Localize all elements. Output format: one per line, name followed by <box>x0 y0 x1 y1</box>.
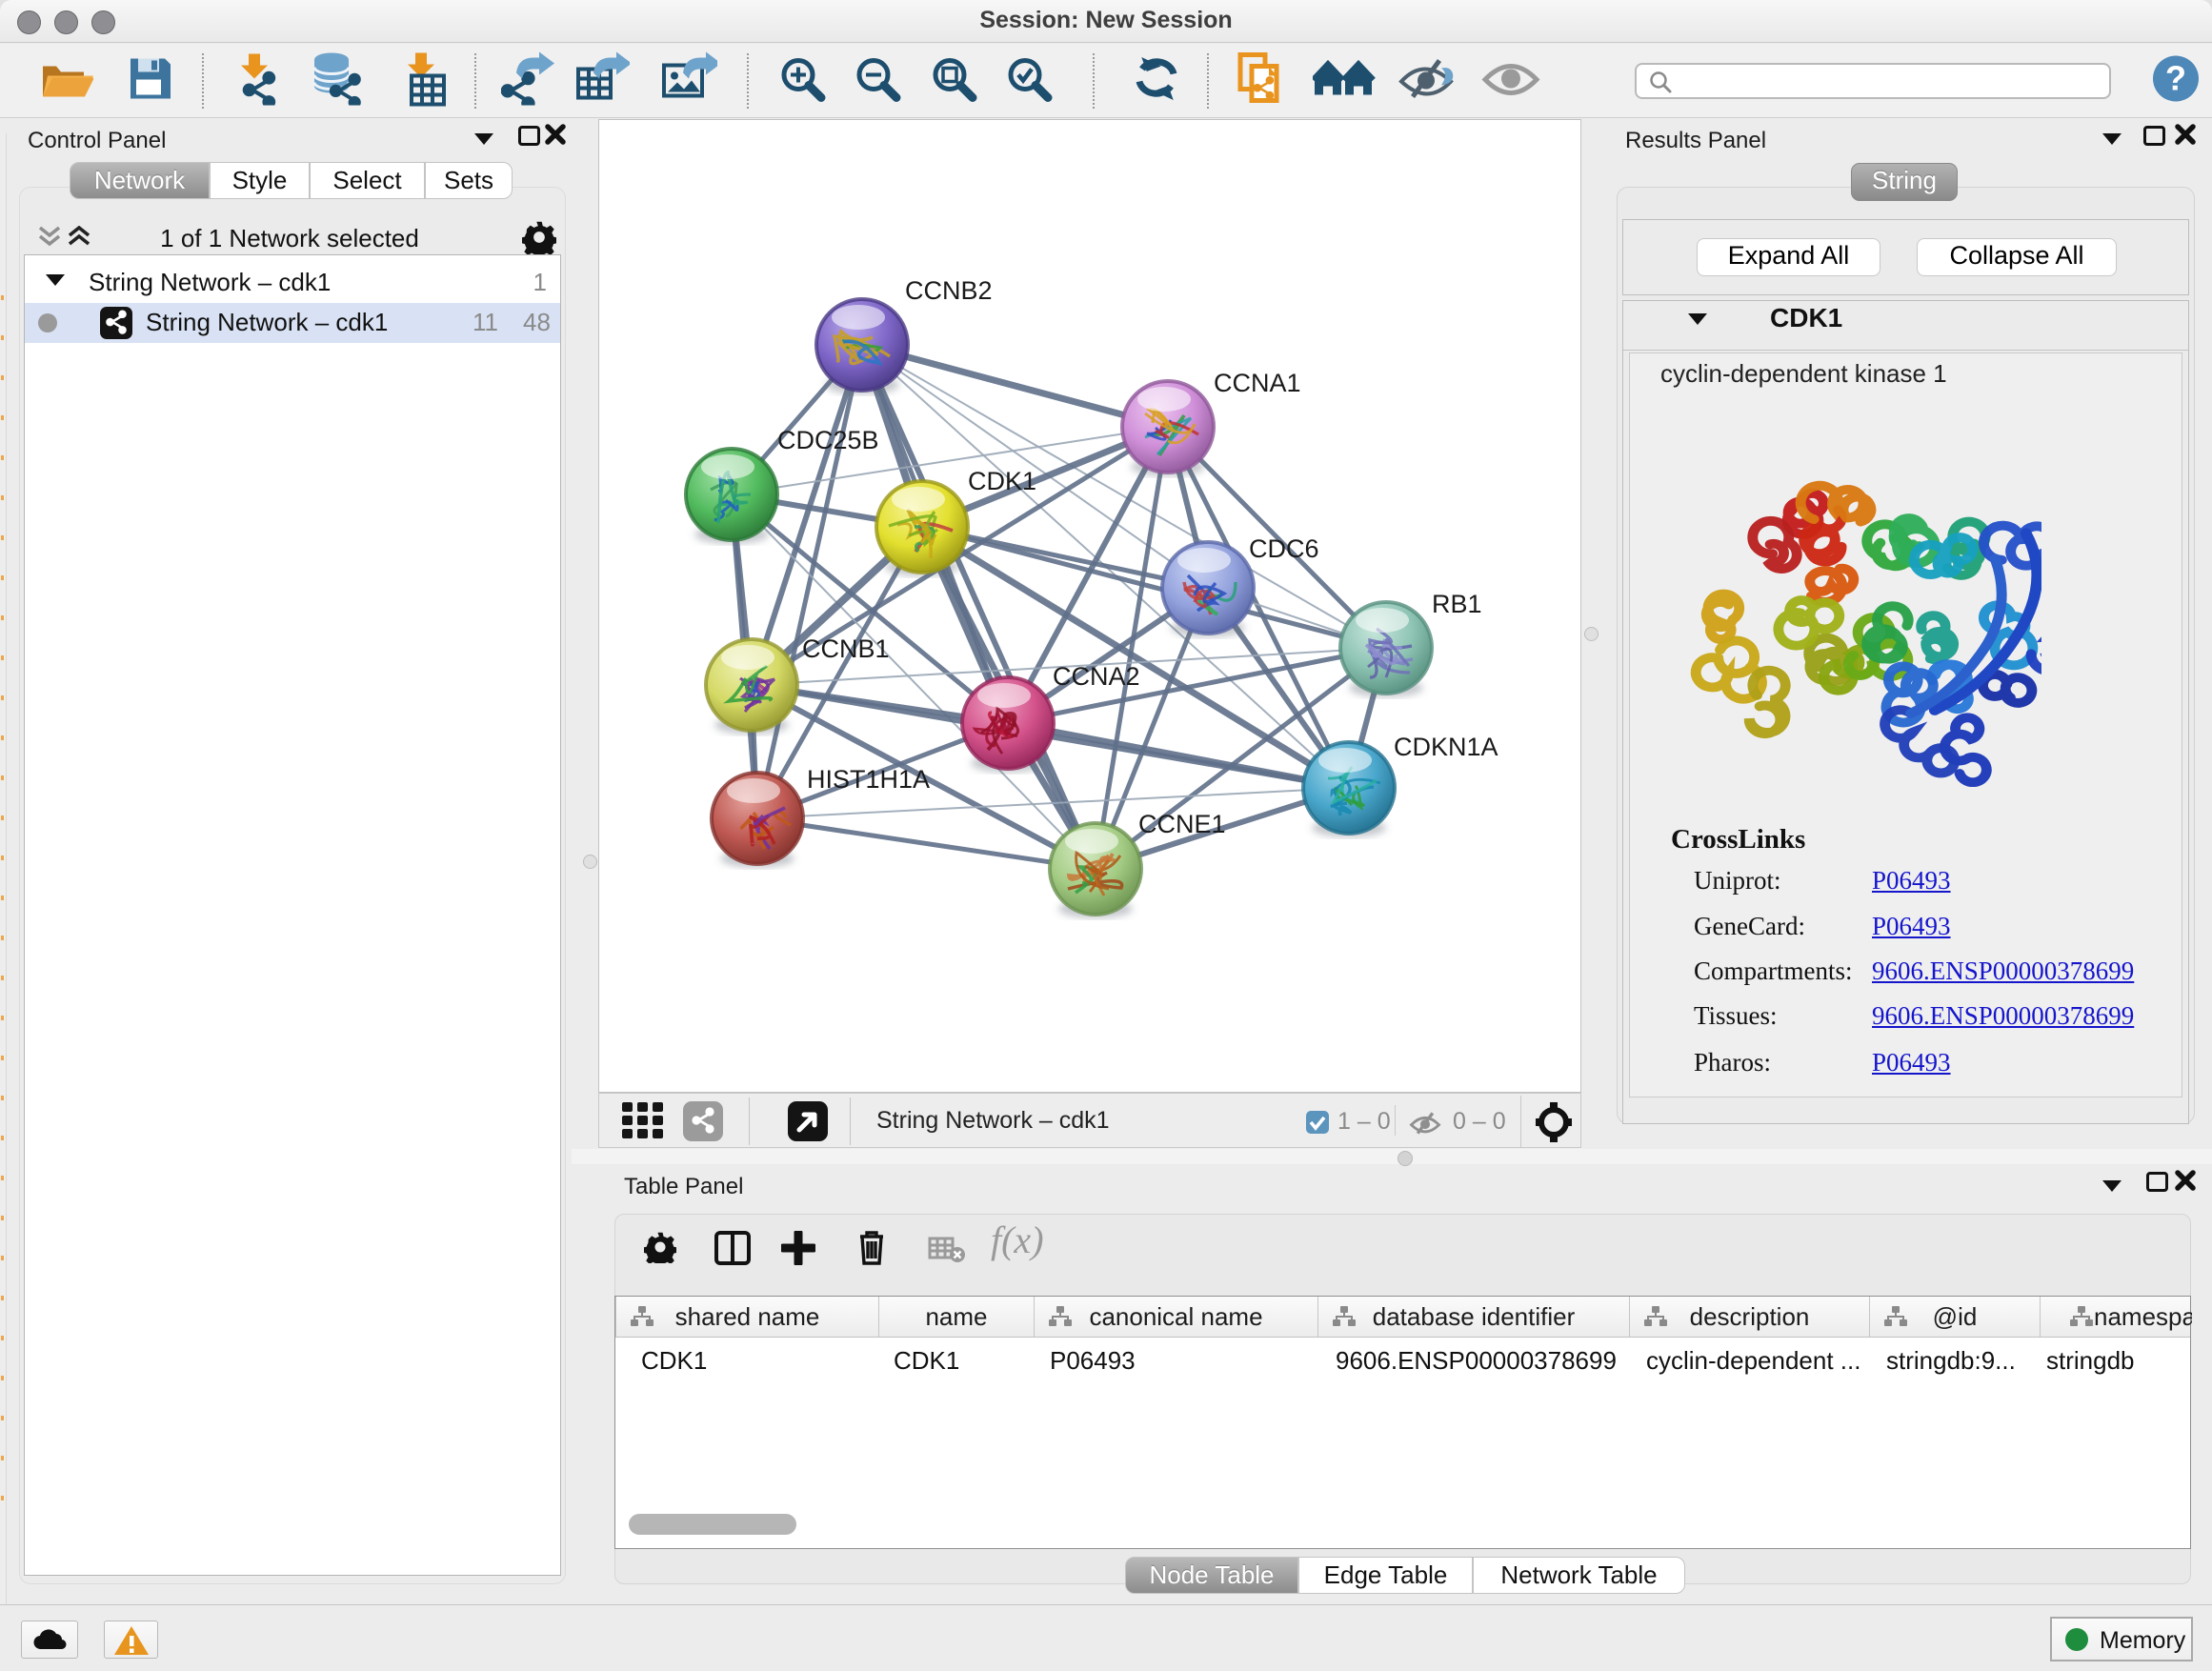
svg-text:CCNB2: CCNB2 <box>905 276 993 305</box>
svg-text:?: ? <box>2165 58 2186 97</box>
svg-text:CDK1: CDK1 <box>968 467 1036 495</box>
svg-text:RB1: RB1 <box>1432 590 1482 618</box>
svg-text:HIST1H1A: HIST1H1A <box>807 765 930 794</box>
svg-text:CCNE1: CCNE1 <box>1138 810 1226 838</box>
svg-text:CCNB1: CCNB1 <box>802 634 890 663</box>
svg-text:CDC25B: CDC25B <box>777 426 879 454</box>
svg-text:CCNA1: CCNA1 <box>1214 369 1301 397</box>
svg-text:CCNA2: CCNA2 <box>1053 662 1140 691</box>
svg-text:CDC6: CDC6 <box>1249 534 1319 563</box>
svg-text:CDKN1A: CDKN1A <box>1394 733 1498 761</box>
